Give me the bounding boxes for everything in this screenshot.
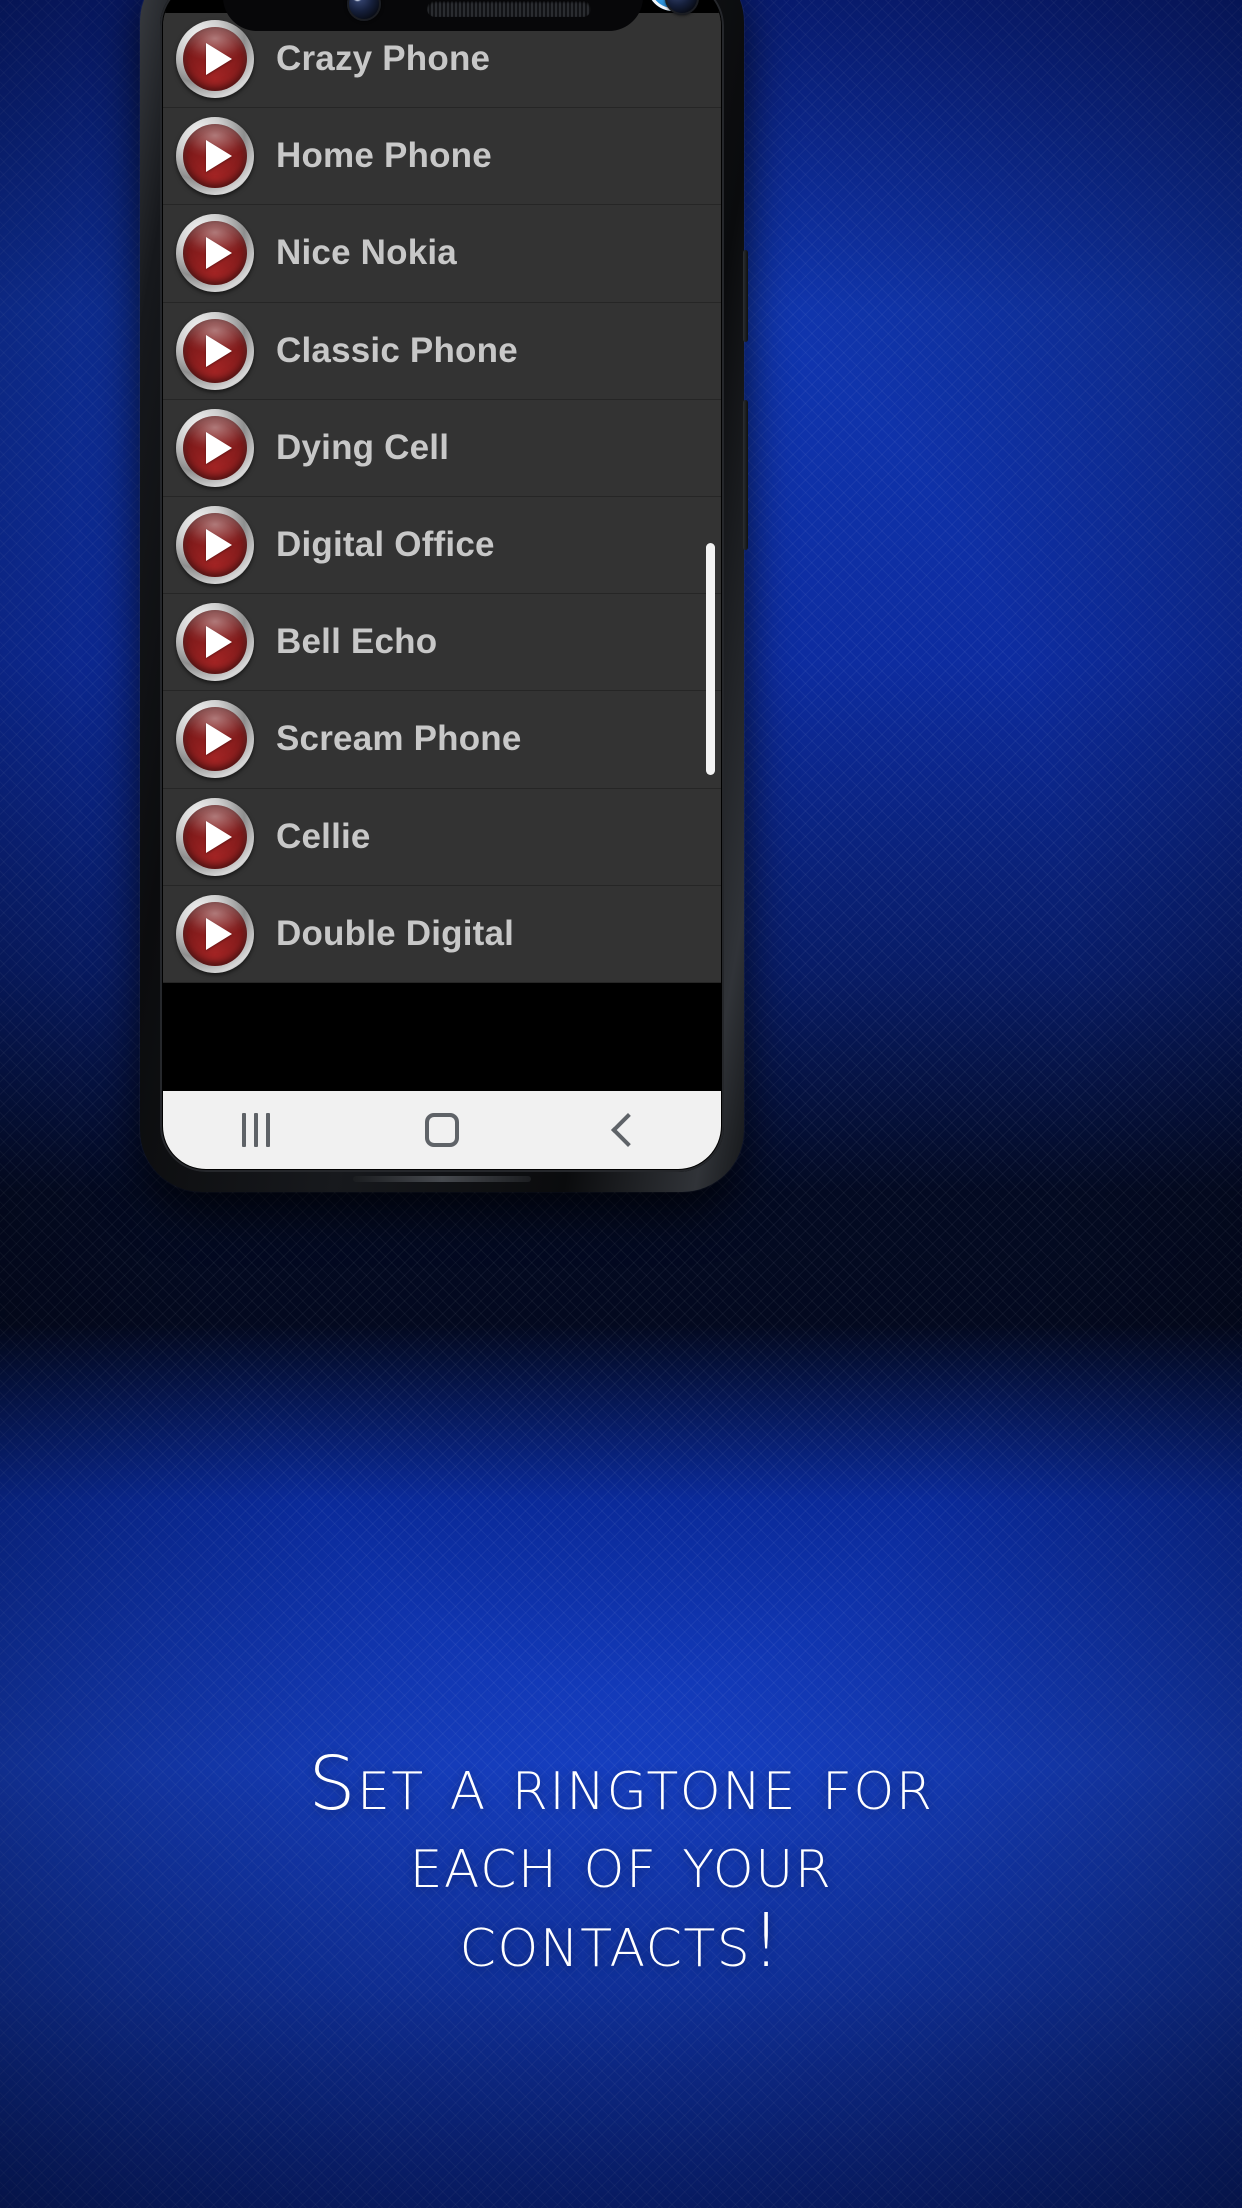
ringtone-label: Digital Office bbox=[276, 525, 495, 565]
play-icon[interactable] bbox=[176, 214, 254, 293]
ringtone-row[interactable]: Bell Echo bbox=[163, 594, 721, 692]
play-triangle-icon bbox=[206, 431, 232, 464]
phone-mockup: Telephone Ringto Privacy ? Crazy PhoneHo… bbox=[140, 0, 748, 1192]
ringtone-row[interactable]: Home Phone bbox=[163, 108, 721, 206]
play-icon[interactable] bbox=[176, 797, 254, 876]
phone-bezel: Telephone Ringto Privacy ? Crazy PhoneHo… bbox=[160, 0, 724, 1172]
play-triangle-icon bbox=[206, 43, 232, 76]
play-triangle-icon bbox=[206, 626, 232, 659]
ringtone-label: Scream Phone bbox=[276, 719, 522, 759]
back-button[interactable] bbox=[568, 1091, 688, 1169]
phone-side-button-upper bbox=[743, 250, 748, 342]
play-triangle-icon bbox=[206, 723, 232, 756]
play-icon[interactable] bbox=[176, 894, 254, 973]
promo-caption: Set a ringtone for each of your contacts… bbox=[0, 1741, 1242, 1984]
ringtone-row[interactable]: Dying Cell bbox=[163, 399, 721, 498]
ringtone-label: Cellie bbox=[276, 816, 371, 856]
phone-chin-accent bbox=[353, 1176, 531, 1182]
ringtone-label: Double Digital bbox=[276, 913, 515, 953]
ringtone-row[interactable]: Double Digital bbox=[163, 885, 721, 983]
play-icon[interactable] bbox=[176, 20, 254, 99]
caption-line-1: Set a ringtone for bbox=[308, 1741, 934, 1827]
play-icon[interactable] bbox=[176, 700, 254, 779]
recents-button[interactable] bbox=[196, 1091, 316, 1169]
play-icon[interactable] bbox=[176, 408, 254, 487]
home-icon bbox=[425, 1113, 459, 1147]
ringtone-row[interactable]: Nice Nokia bbox=[163, 205, 721, 303]
play-icon[interactable] bbox=[176, 603, 254, 682]
play-triangle-icon bbox=[206, 820, 232, 853]
ringtone-row[interactable]: Cellie bbox=[163, 788, 721, 886]
phone-side-button-lower bbox=[743, 400, 748, 550]
ringtone-label: Home Phone bbox=[276, 136, 492, 176]
ringtone-list[interactable]: Crazy Phone Home Phone Nice Nokia Classic P… bbox=[163, 11, 721, 983]
play-icon[interactable] bbox=[176, 311, 254, 390]
play-triangle-icon bbox=[206, 334, 232, 367]
ringtone-label: Crazy Phone bbox=[276, 39, 491, 79]
ringtone-row[interactable]: Classic Phone bbox=[163, 302, 721, 400]
play-triangle-icon bbox=[206, 529, 232, 562]
home-button[interactable] bbox=[382, 1091, 502, 1169]
ringtone-label: Nice Nokia bbox=[276, 233, 457, 273]
play-triangle-icon bbox=[206, 917, 232, 950]
play-icon[interactable] bbox=[176, 506, 254, 585]
phone-screen: Telephone Ringto Privacy ? Crazy PhoneHo… bbox=[163, 0, 721, 1169]
recents-icon bbox=[242, 1113, 270, 1147]
ringtone-label: Bell Echo bbox=[276, 622, 438, 662]
play-triangle-icon bbox=[206, 237, 232, 270]
list-scrollbar[interactable] bbox=[706, 543, 715, 775]
ringtone-row[interactable]: Digital Office bbox=[163, 496, 721, 595]
play-icon[interactable] bbox=[176, 117, 254, 196]
ringtone-label: Dying Cell bbox=[276, 427, 450, 467]
ringtone-label: Classic Phone bbox=[276, 330, 518, 370]
caption-line-3: contacts! bbox=[459, 1897, 783, 1984]
caption-line-2: each of your bbox=[409, 1819, 833, 1906]
android-navigation-bar bbox=[163, 1091, 721, 1169]
earpiece-speaker-icon bbox=[427, 1, 591, 17]
play-triangle-icon bbox=[206, 140, 232, 173]
chevron-left-icon bbox=[611, 1113, 645, 1147]
ringtone-row[interactable]: Scream Phone bbox=[163, 691, 721, 789]
